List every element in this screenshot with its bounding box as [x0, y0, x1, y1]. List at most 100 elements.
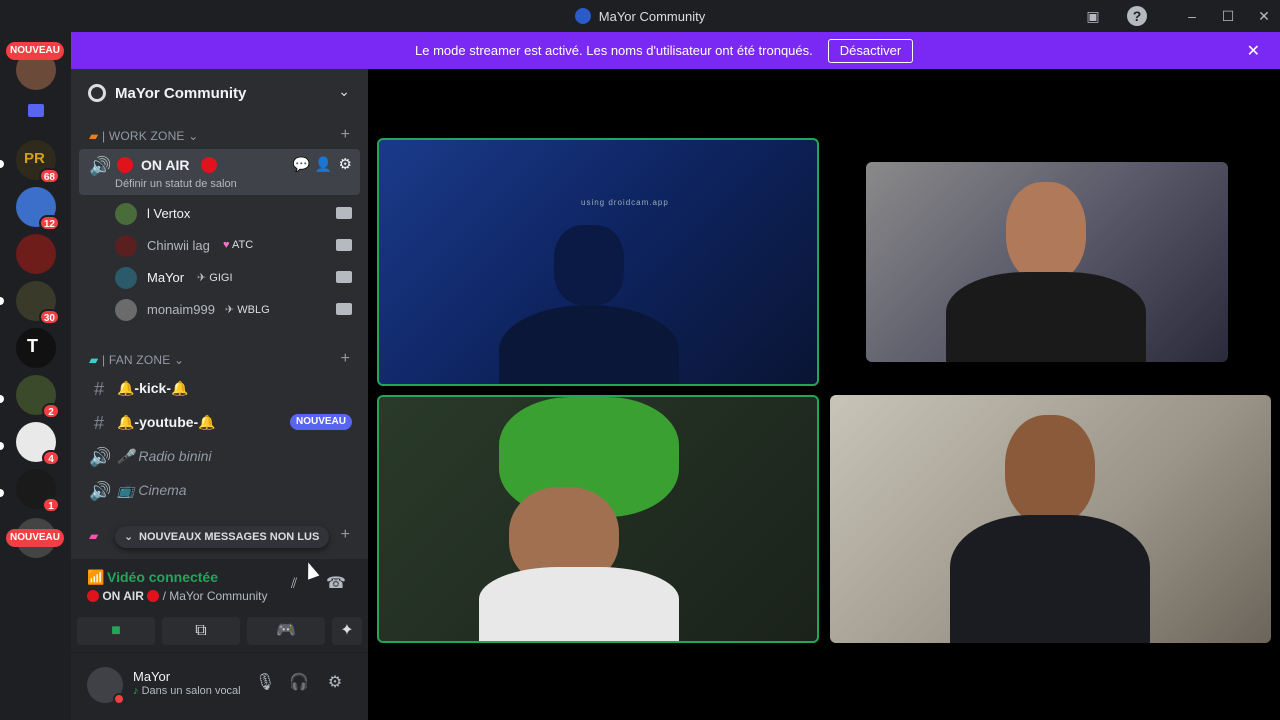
noise-suppression-icon[interactable]: ⫽	[291, 575, 297, 592]
video-tile[interactable]: using droidcam.app	[377, 138, 819, 386]
unread-pill	[0, 442, 4, 450]
channel-on-air[interactable]: 🔊 ON AIR Définir un statut de salon 💬 👤 …	[79, 149, 360, 195]
mention-badge: 12	[38, 215, 60, 231]
channel-status[interactable]: Définir un statut de salon	[115, 178, 237, 190]
fan-emoji-icon: ▰	[89, 353, 99, 367]
invite-icon[interactable]: 👤	[315, 156, 332, 173]
channel-radio[interactable]: 🔊 🎤 Radio binini	[79, 440, 360, 472]
close-window-button[interactable]: ✕	[1254, 6, 1274, 26]
banner-text: Le mode streamer est activé. Les noms d'…	[415, 43, 813, 58]
channel-name: 🔔-kick-🔔	[117, 380, 189, 396]
video-tile[interactable]	[830, 395, 1271, 643]
camera-button[interactable]: ■	[77, 617, 155, 645]
user-tag: ✈ WBLG	[225, 303, 270, 316]
activity-button[interactable]: 🎮	[247, 617, 325, 645]
hash-icon: #	[93, 379, 104, 399]
voice-connection-panel: 📶 Vidéo connectée ON AIR / MaYor Communi…	[71, 559, 368, 653]
camera-icon	[336, 239, 352, 251]
minimize-button[interactable]: –	[1182, 6, 1202, 26]
gear-icon[interactable]: ⚙	[325, 673, 345, 693]
voice-user[interactable]: MaYor ✈ GIGI	[111, 264, 360, 292]
new-badge-top[interactable]: NOUVEAU	[6, 42, 64, 60]
unread-messages-bar[interactable]: ⌄ NOUVEAUX MESSAGES NON LUS	[115, 526, 329, 548]
person-face	[1005, 415, 1095, 525]
disconnect-icon[interactable]: ☎	[326, 573, 346, 593]
new-badge-bottom[interactable]: NOUVEAU	[6, 529, 64, 547]
person-face	[1006, 182, 1086, 282]
close-icon[interactable]: ✕	[1247, 41, 1260, 61]
video-tile[interactable]	[866, 162, 1228, 362]
server-icon-red[interactable]	[16, 234, 56, 274]
gamepad-icon: 🎮	[276, 622, 296, 639]
channel-name: 📺 Cinema	[117, 482, 187, 499]
camera-icon	[336, 271, 352, 283]
droidcam-watermark: using droidcam.app	[581, 198, 669, 207]
user-name: MaYor	[133, 669, 171, 684]
unread-pill	[0, 395, 4, 403]
screen-share-button[interactable]: ⧉	[162, 617, 240, 645]
add-channel-icon[interactable]: +	[341, 126, 350, 144]
headphones-icon[interactable]: 🎧	[289, 673, 309, 693]
unread-pill	[0, 160, 4, 168]
server-list: NOUVEAU PR 68 12 30 T 2 4 1 NOUVEAU	[0, 32, 71, 720]
category-fan-zone[interactable]: ▰ | FAN ZONE ⌄	[89, 353, 184, 367]
voice-user[interactable]: Chinwii lag ♥ ATC	[111, 232, 360, 260]
person-body	[950, 515, 1150, 643]
user-tag: ♥ ATC	[223, 239, 253, 251]
add-channel-icon[interactable]: +	[341, 526, 350, 544]
voice-status[interactable]: Vidéo connectée	[107, 569, 218, 585]
video-tile[interactable]	[377, 395, 819, 643]
chat-icon[interactable]: 💬	[293, 156, 310, 173]
microphone-emoji-icon: 🎤	[117, 448, 135, 464]
voice-user[interactable]: l Vertox	[111, 200, 360, 228]
folder-icon[interactable]	[28, 104, 44, 117]
channel-cinema[interactable]: 🔊 📺 Cinema	[79, 474, 360, 506]
server-icon-dark[interactable]: 1	[16, 469, 60, 513]
folder-emoji-icon: ▰	[89, 129, 99, 143]
server-header[interactable]: MaYor Community ⌄	[71, 69, 368, 117]
category-label: | WORK ZONE	[101, 129, 185, 143]
server-icon-gold[interactable]: 30	[16, 281, 60, 325]
channel-kick[interactable]: # 🔔-kick-🔔	[79, 372, 360, 404]
help-icon[interactable]: ?	[1127, 6, 1147, 26]
category-label: | FAN ZONE	[101, 353, 171, 367]
title-bar: MaYor Community ▣ ? – ☐ ✕	[0, 0, 1280, 32]
server-icon-green[interactable]: 2	[16, 375, 60, 419]
user-status-text: Dans un salon vocal	[141, 685, 241, 697]
server-icon-white[interactable]: 4	[16, 422, 60, 466]
maximize-button[interactable]: ☐	[1218, 6, 1238, 26]
category-work-zone[interactable]: ▰ | WORK ZONE ⌄	[89, 129, 198, 143]
channel-name: 🎤 Radio binini	[117, 448, 212, 465]
channel-name: 🔔-youtube-🔔	[117, 414, 216, 430]
channel-name-text: Radio binini	[138, 448, 212, 464]
add-channel-icon[interactable]: +	[341, 350, 350, 368]
server-icon-pr[interactable]: PR 68	[16, 140, 60, 184]
server-icon-avatar[interactable]: 12	[16, 187, 60, 231]
disable-streamer-button[interactable]: Désactiver	[828, 39, 913, 63]
voice-user[interactable]: monaim999 ✈ WBLG	[111, 296, 360, 324]
camera-icon: ■	[111, 622, 121, 639]
microphone-icon[interactable]: 🎙	[255, 673, 275, 693]
avatar	[115, 299, 137, 321]
avatar	[115, 203, 137, 225]
inbox-icon[interactable]: ▣	[1083, 6, 1103, 26]
new-badge: NOUVEAU	[289, 414, 352, 430]
speaker-icon: 🔊	[89, 156, 112, 176]
gear-icon[interactable]: ⚙	[339, 155, 352, 173]
channel-name-text: Cinema	[138, 482, 187, 498]
rocket-icon: ✈	[225, 304, 235, 316]
app-icon	[574, 8, 591, 24]
voice-channel-link[interactable]: ON AIR / MaYor Community	[87, 589, 268, 603]
channel-youtube[interactable]: # 🔔-youtube-🔔 NOUVEAU	[79, 406, 360, 438]
person-body	[479, 567, 679, 641]
voice-status-icon: ♪	[133, 685, 139, 697]
speaker-icon: 🔊	[89, 481, 112, 501]
camera-icon	[336, 303, 352, 315]
server-icon-tv[interactable]: T	[16, 328, 56, 368]
mention-badge: 1	[42, 497, 60, 513]
screen-share-icon: ⧉	[195, 622, 207, 639]
soundboard-button[interactable]: ✦	[332, 617, 362, 645]
channel-sidebar: MaYor Community ⌄ ▰ | WORK ZONE ⌄ + 🔊 ON…	[71, 69, 368, 720]
avatar	[115, 235, 137, 257]
user-status: ♪ Dans un salon vocal	[133, 685, 241, 697]
